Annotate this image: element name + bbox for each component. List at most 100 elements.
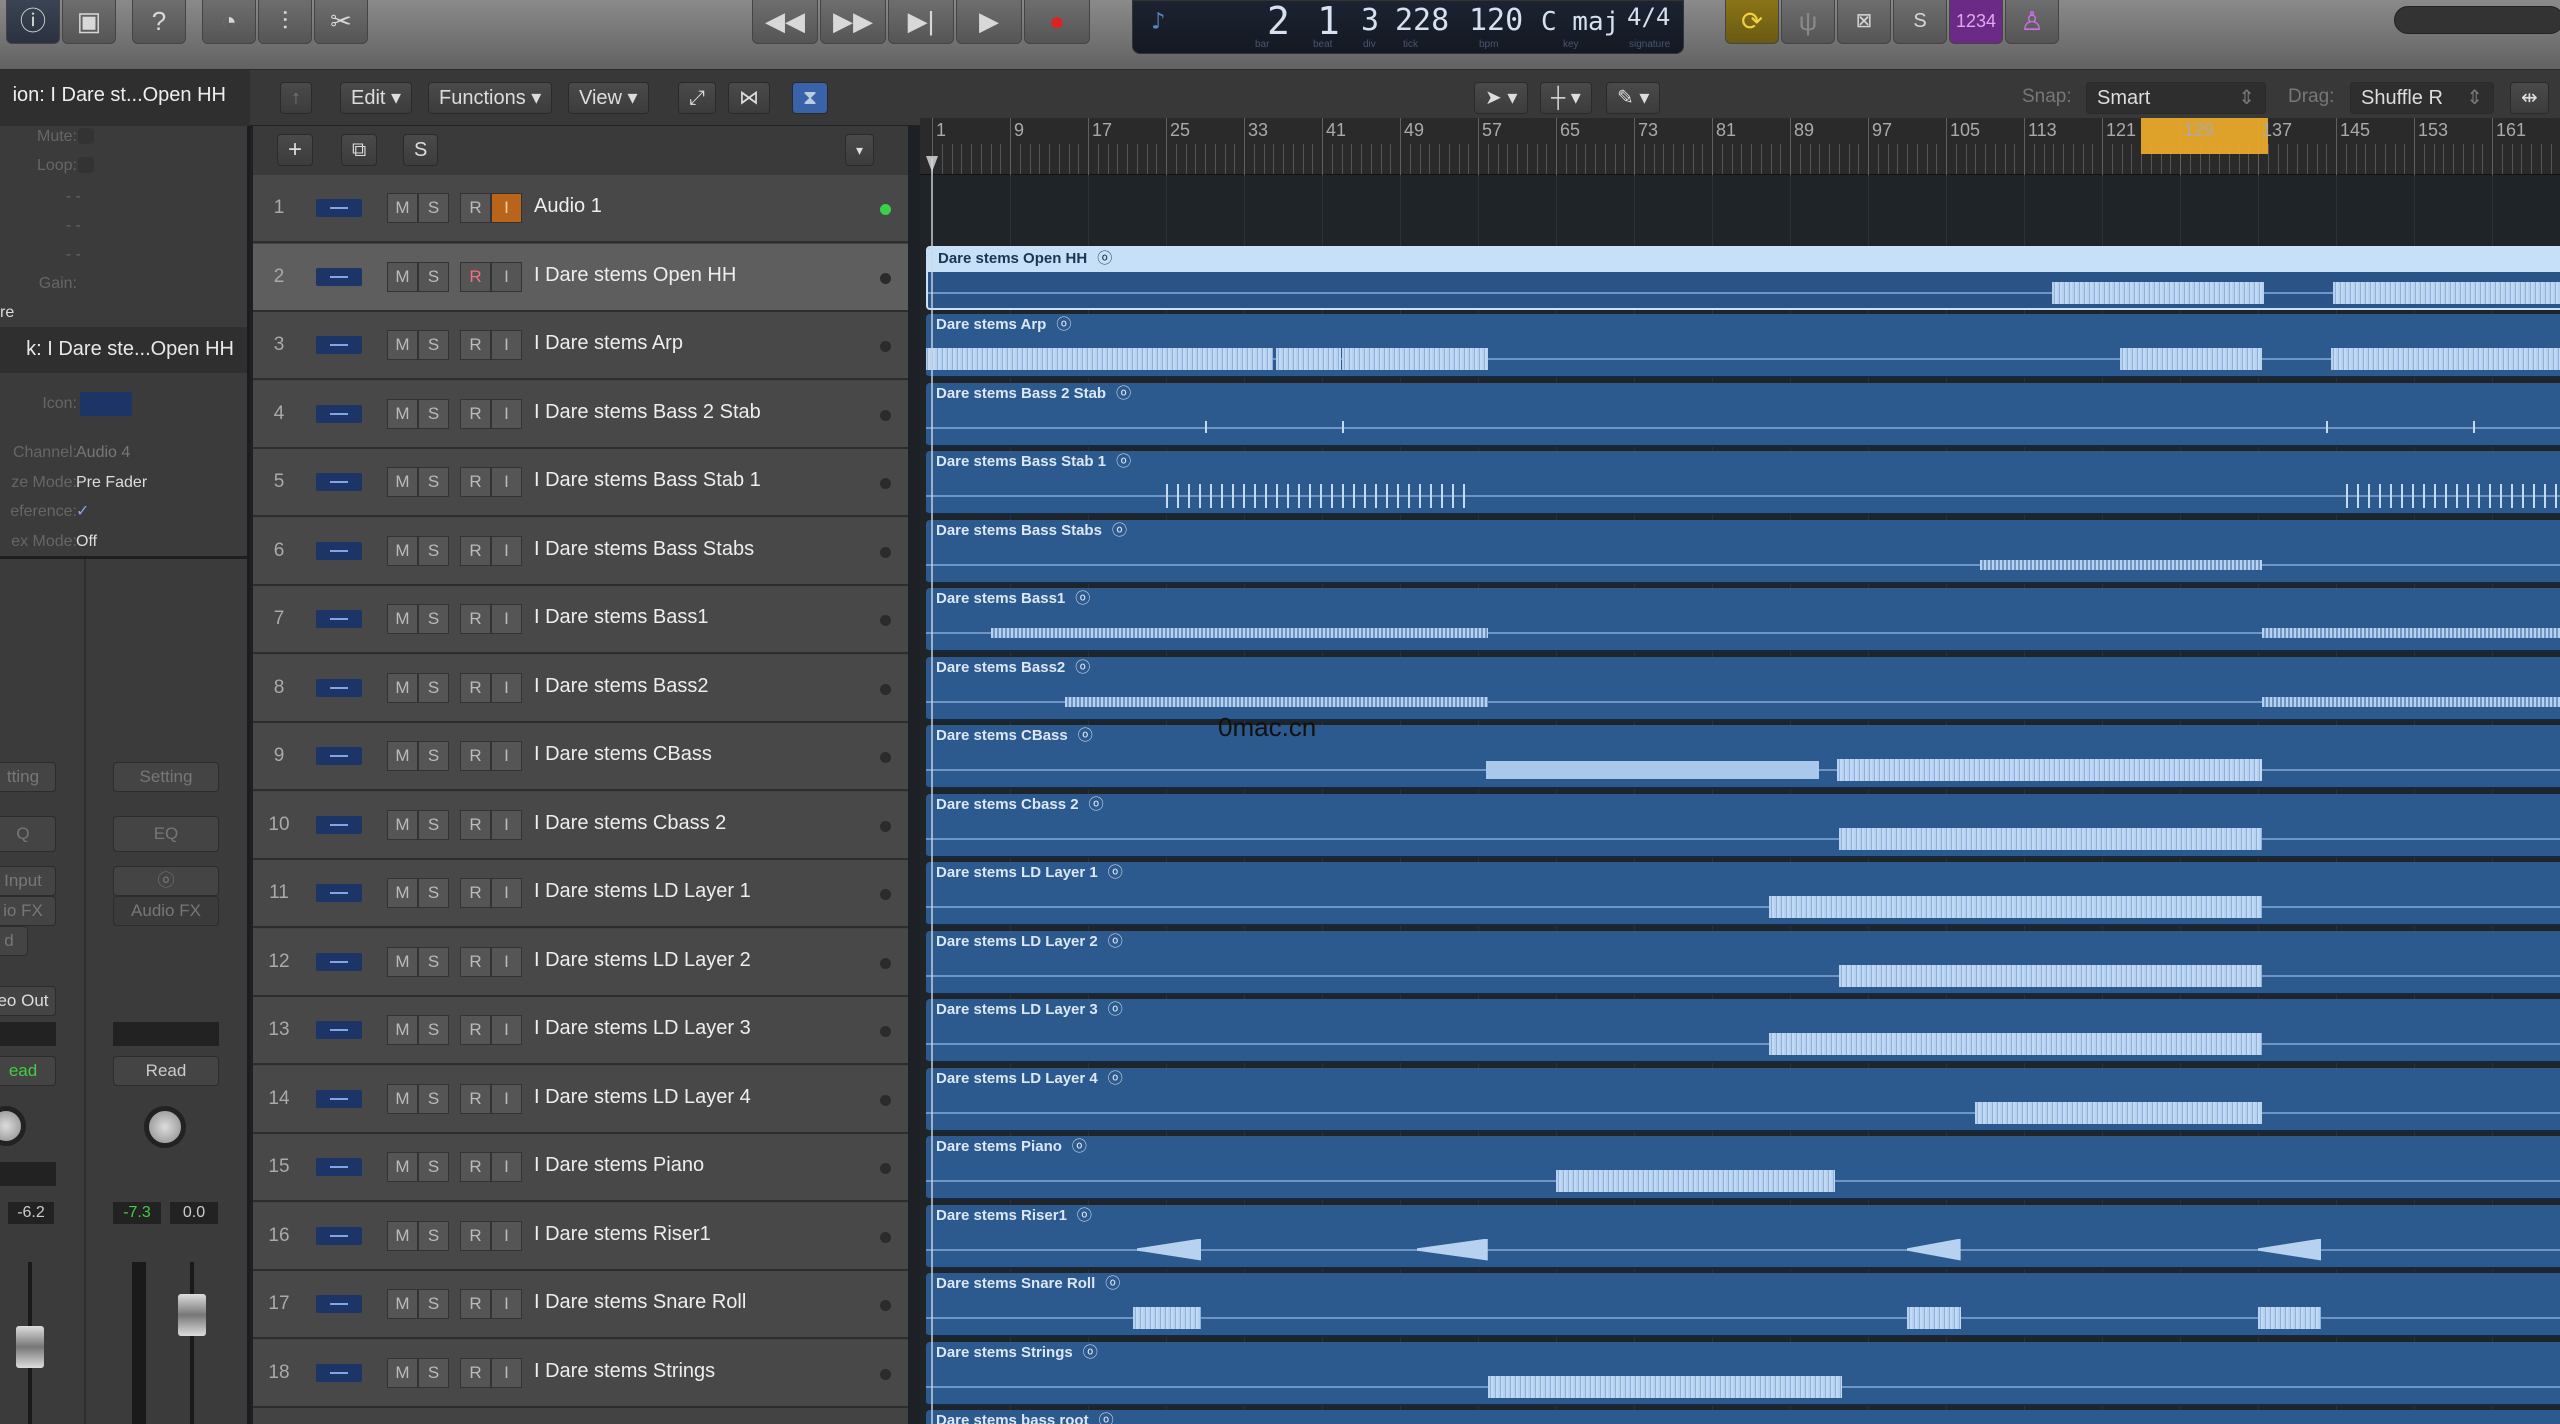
audio-region[interactable]: Dare stems Arp ⓞ: [926, 314, 2560, 378]
strip2-audio-fx-slot[interactable]: Audio FX: [113, 896, 219, 926]
strip2-eq-button[interactable]: EQ: [113, 816, 219, 852]
catch-icon[interactable]: ⧗: [792, 82, 829, 114]
mute-button[interactable]: M: [387, 604, 418, 634]
solo-button[interactable]: S: [418, 467, 449, 497]
track-name[interactable]: I Dare stems LD Layer 4: [534, 1086, 751, 1109]
track-header[interactable]: 13 M S R I I Dare stems LD Layer 3: [253, 997, 908, 1065]
add-track-button[interactable]: +: [277, 134, 314, 166]
mute-button[interactable]: M: [387, 330, 418, 360]
solo-button[interactable]: S: [418, 946, 449, 977]
track-name[interactable]: I Dare stems Cbass 2: [534, 812, 726, 835]
strip2-pan-knob[interactable]: [144, 1106, 186, 1148]
audio-region[interactable]: Dare stems Riser1 ⓞ: [926, 1204, 2560, 1269]
track-lane[interactable]: Dare stems Strings ⓞ: [920, 1340, 2560, 1408]
solo-button[interactable]: S: [418, 330, 449, 360]
input-monitor-button[interactable]: I: [491, 330, 522, 360]
input-monitor-button[interactable]: I: [491, 1220, 522, 1251]
track-lane[interactable]: Dare stems LD Layer 1 ⓞ: [920, 860, 2560, 928]
global-solo-button[interactable]: S: [403, 134, 439, 166]
audio-region[interactable]: Dare stems LD Layer 1 ⓞ: [926, 862, 2560, 926]
input-monitor-button[interactable]: I: [491, 261, 522, 292]
track-lane[interactable]: Dare stems LD Layer 2 ⓞ: [920, 929, 2560, 997]
scissors-icon[interactable]: ✂: [314, 0, 368, 44]
track-lane[interactable]: Dare stems Cbass 2 ⓞ: [920, 792, 2560, 860]
rewind-icon[interactable]: ◀◀: [752, 0, 818, 44]
track-list-options-icon[interactable]: ▾: [845, 134, 875, 166]
mute-button[interactable]: M: [387, 809, 418, 840]
lcd-display[interactable]: ♪ 2 1 3 228 120 C maj 4/4 bar beat div t…: [1132, 0, 1684, 54]
input-monitor-button[interactable]: I: [491, 193, 522, 223]
track-header[interactable]: 12 M S R I I Dare stems LD Layer 2: [253, 928, 908, 997]
record-enable-button[interactable]: R: [460, 1289, 491, 1319]
track-header[interactable]: 8 MSRI I Dare stems Bass2: [253, 654, 908, 723]
mute-checkbox[interactable]: [78, 128, 94, 144]
input-monitor-button[interactable]: I: [491, 741, 522, 771]
audio-region[interactable]: Dare stems LD Layer 2 ⓞ: [926, 930, 2560, 995]
record-enable-button[interactable]: R: [460, 1357, 491, 1388]
mute-button[interactable]: M: [387, 1357, 418, 1388]
audio-region[interactable]: Dare stems Bass1 ⓞ: [926, 588, 2560, 652]
track-name[interactable]: I Dare stems Arp: [534, 332, 683, 355]
view-menu[interactable]: View ▾: [568, 82, 649, 114]
audio-region[interactable]: Dare stems Piano ⓞ: [926, 1136, 2560, 1200]
input-monitor-button[interactable]: I: [491, 535, 522, 566]
track-header[interactable]: 9 MSRI I Dare stems CBass: [253, 723, 908, 791]
duplicate-track-button[interactable]: ⧉: [341, 134, 378, 166]
track-lane[interactable]: Dare stems LD Layer 3 ⓞ: [920, 997, 2560, 1065]
track-lane[interactable]: Dare stems Open HH ⓞ: [920, 244, 2560, 312]
input-monitor-button[interactable]: I: [491, 467, 522, 497]
input-monitor-button[interactable]: I: [491, 604, 522, 634]
record-enable-button[interactable]: R: [460, 1083, 491, 1114]
track-lane[interactable]: Dare stems Bass 2 Stab ⓞ: [920, 381, 2560, 449]
mute-button[interactable]: M: [387, 193, 418, 223]
input-monitor-button[interactable]: I: [491, 1015, 522, 1045]
info-icon[interactable]: ⓘ: [6, 0, 60, 44]
flex-mode-select[interactable]: Off: [76, 533, 97, 551]
track-header[interactable]: 15 M S R I I Dare stems Piano: [253, 1134, 908, 1202]
track-header[interactable]: 7 MSRI I Dare stems Bass1: [253, 586, 908, 654]
edit-menu[interactable]: Edit ▾: [340, 82, 413, 114]
record-enable-button[interactable]: R: [460, 946, 491, 977]
strip1-setting-button[interactable]: tting: [0, 762, 56, 792]
pointer-tool-icon[interactable]: ➤ ▾: [1474, 82, 1529, 114]
strip2-setting-button[interactable]: Setting: [113, 762, 219, 792]
track-lane[interactable]: Dare stems Bass Stab 1 ⓞ: [920, 449, 2560, 517]
mute-button[interactable]: M: [387, 467, 418, 497]
automation-icon[interactable]: ⤢: [678, 82, 716, 114]
track-name[interactable]: I Dare stems LD Layer 1: [534, 880, 751, 903]
mute-button[interactable]: M: [387, 535, 418, 566]
track-header[interactable]: 6 MSRI I Dare stems Bass Stabs: [253, 517, 908, 586]
track-lane[interactable]: Dare stems bass root ⓞ: [920, 1408, 2560, 1424]
record-enable-button[interactable]: R: [460, 261, 491, 292]
strip2-group-slot[interactable]: [113, 1022, 219, 1046]
smart-controls-icon[interactable]: ◔: [202, 0, 256, 44]
count-in-button[interactable]: 1234: [1949, 0, 2003, 44]
track-icon[interactable]: [80, 392, 132, 416]
input-monitor-button[interactable]: I: [491, 398, 522, 429]
audio-region[interactable]: Dare stems Open HH ⓞ: [926, 245, 2560, 310]
strip1-send-slot[interactable]: d: [0, 926, 28, 956]
solo-button[interactable]: S: [418, 1015, 449, 1045]
strip1-eq-button[interactable]: Q: [0, 816, 56, 852]
track-name[interactable]: I Dare stems Bass Stab 1: [534, 469, 761, 492]
track-lane[interactable]: Dare stems Riser1 ⓞ: [920, 1203, 2560, 1271]
track-name[interactable]: I Dare stems CBass: [534, 743, 712, 766]
track-name[interactable]: I Dare stems Strings: [534, 1360, 715, 1383]
record-enable-button[interactable]: R: [460, 398, 491, 429]
cycle-icon[interactable]: ⟳: [1725, 0, 1779, 44]
crosshair-tool-icon[interactable]: ┼ ▾: [1540, 82, 1592, 114]
solo-button[interactable]: S: [418, 1152, 449, 1182]
track-name[interactable]: I Dare stems LD Layer 2: [534, 949, 751, 972]
strip2-fader-handle[interactable]: [178, 1294, 206, 1336]
replace-icon[interactable]: ⊠: [1837, 0, 1891, 44]
strip1-automation-button[interactable]: ead: [0, 1056, 56, 1086]
record-enable-button[interactable]: R: [460, 535, 491, 566]
freeze-mode-select[interactable]: Pre Fader: [76, 474, 147, 492]
arrange-area[interactable]: 1 9 17 25 33 41 49 57 65 73 81 89 97 105 113 121 129 137 1…: [920, 118, 2560, 1424]
audio-region[interactable]: Dare stems Bass Stabs ⓞ: [926, 519, 2560, 584]
track-lane[interactable]: Dare stems Arp ⓞ: [920, 312, 2560, 380]
record-enable-button[interactable]: R: [460, 1220, 491, 1251]
playhead[interactable]: [931, 158, 933, 1424]
track-lane[interactable]: Dare stems Bass1 ⓞ: [920, 586, 2560, 654]
strip1-group-slot[interactable]: [0, 1022, 56, 1046]
